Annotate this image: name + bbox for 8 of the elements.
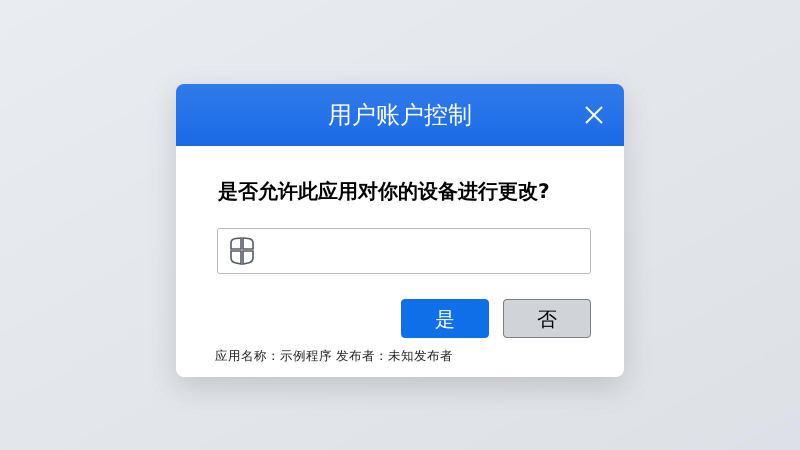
window-title: 用户账户控制 xyxy=(328,100,472,131)
window-grid-icon xyxy=(229,237,255,265)
yes-button[interactable]: 是 xyxy=(401,299,489,338)
question-text: 是否允许此应用对你的设备进行更改? xyxy=(218,178,551,205)
input-field[interactable] xyxy=(217,228,591,274)
app-details: 应用名称：示例程序 发布者：未知发布者 xyxy=(215,347,454,365)
no-button[interactable]: 否 xyxy=(503,299,591,338)
close-icon[interactable] xyxy=(585,106,603,124)
